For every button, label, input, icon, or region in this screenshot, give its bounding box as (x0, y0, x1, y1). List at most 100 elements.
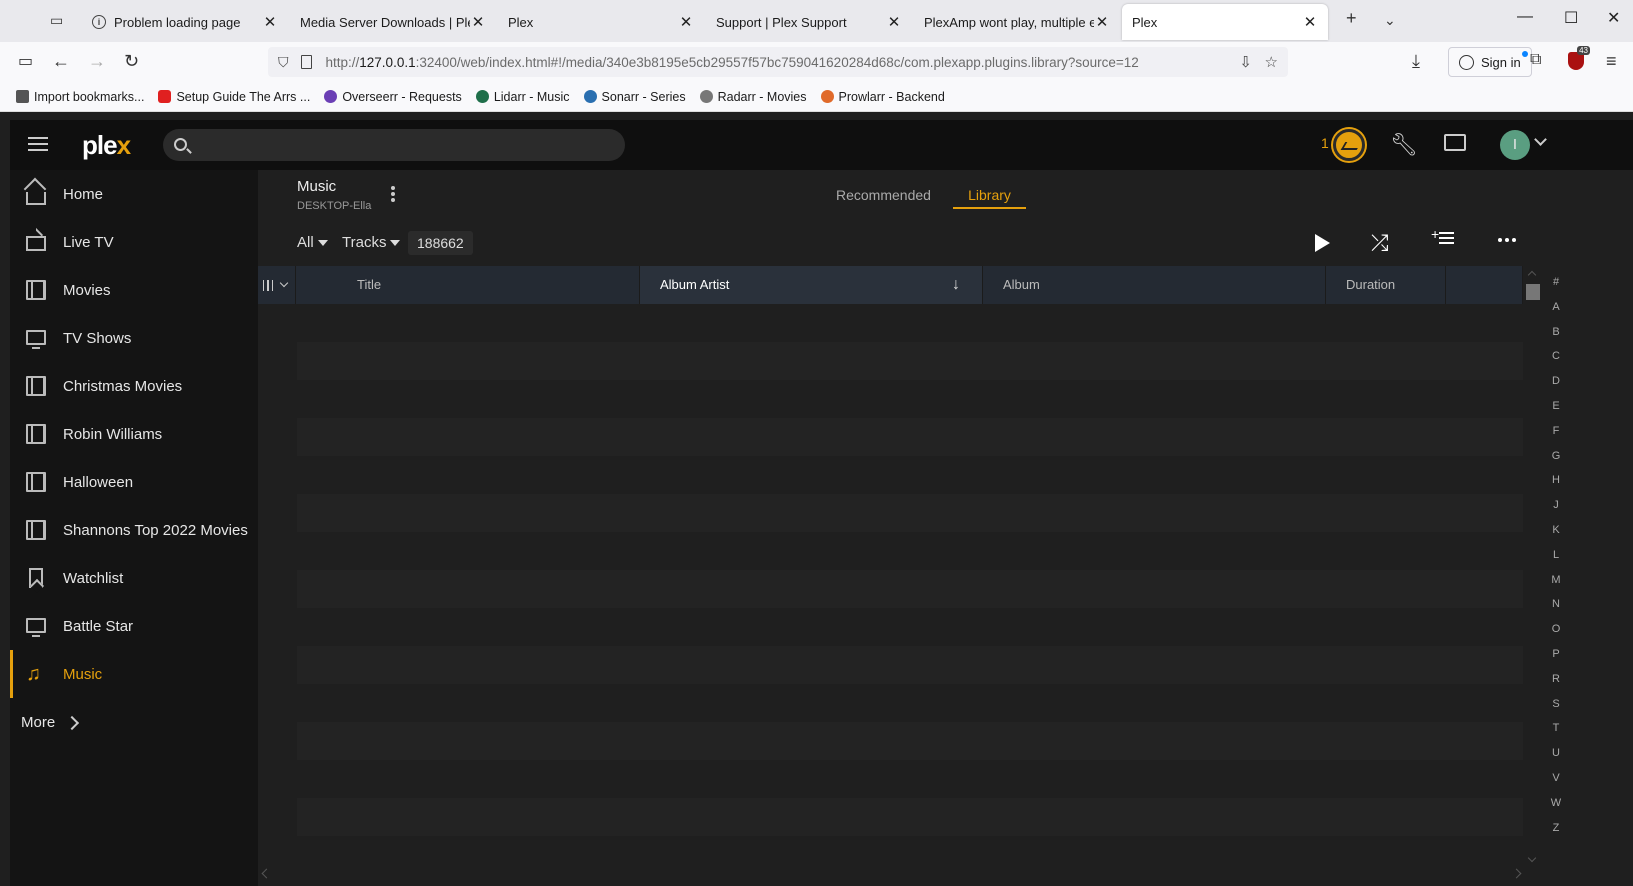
jump-letter[interactable]: L (1546, 549, 1566, 574)
jump-letter[interactable]: E (1546, 400, 1566, 425)
chevron-down-icon[interactable] (1534, 133, 1547, 146)
sign-in-button[interactable]: Sign in (1448, 47, 1532, 77)
reload-icon[interactable]: ↻ (124, 51, 139, 72)
browser-tab[interactable]: i Problem loading page ✕ (82, 4, 288, 40)
hamburger-menu-icon[interactable] (28, 137, 48, 151)
sidebar-item-robin-williams[interactable]: Robin Williams (10, 410, 258, 458)
back-arrow-icon[interactable]: ← (52, 51, 70, 72)
jump-letter[interactable]: K (1546, 524, 1566, 549)
jump-letter[interactable]: U (1546, 747, 1566, 772)
tab-library[interactable]: Library (953, 187, 1026, 209)
scrollbar-thumb[interactable] (1526, 284, 1540, 300)
tab-recommended[interactable]: Recommended (836, 187, 931, 203)
vertical-scrollbar[interactable] (1524, 266, 1540, 866)
shuffle-icon[interactable]: ⤮ (1371, 230, 1389, 256)
url-bar[interactable]: ⛉ http://127.0.0.1:32400/web/index.html#… (268, 47, 1288, 77)
jump-letter[interactable]: T (1546, 722, 1566, 747)
sidebar-more-button[interactable]: More (10, 698, 258, 746)
column-header-duration[interactable]: Duration (1326, 266, 1446, 304)
browser-tab[interactable]: Plex ✕ (498, 4, 704, 131)
ublock-extension-icon[interactable]: 43 (1568, 46, 1590, 70)
bookmark-item[interactable]: Lidarr - Music (475, 90, 570, 104)
sidebar-item-watchlist[interactable]: Watchlist (10, 554, 258, 602)
browser-tab-active[interactable]: Plex ✕ (1122, 4, 1328, 131)
jump-letter[interactable]: C (1546, 350, 1566, 375)
close-tab-icon[interactable]: ✕ (262, 13, 278, 31)
jump-letter[interactable]: W (1546, 797, 1566, 822)
column-header-album[interactable]: Album (983, 266, 1326, 304)
tab-manager-icon[interactable]: ▭ (50, 12, 68, 30)
sidebar-item-halloween[interactable]: Halloween (10, 458, 258, 506)
jump-letter[interactable]: D (1546, 375, 1566, 400)
browser-tab[interactable]: Media Server Downloads | Ple ✕ (290, 4, 496, 131)
extensions-icon[interactable]: ⧉ (1530, 51, 1541, 69)
column-header-album-artist[interactable]: Album Artist ↓ (640, 266, 983, 304)
close-tab-icon[interactable]: ✕ (1302, 13, 1318, 31)
add-to-queue-icon[interactable] (1431, 226, 1454, 248)
play-icon[interactable] (1315, 234, 1330, 252)
close-tab-icon[interactable]: ✕ (678, 13, 694, 31)
jump-letter[interactable]: N (1546, 598, 1566, 623)
bookmark-item[interactable]: Overseerr - Requests (324, 90, 462, 104)
jump-letter[interactable]: A (1546, 301, 1566, 326)
settings-wrench-icon[interactable]: 🔧︎ (1390, 132, 1418, 158)
sidebar-item-christmas-movies[interactable]: Christmas Movies (10, 362, 258, 410)
sidebar-item-live-tv[interactable]: Live TV (10, 218, 258, 266)
jump-letter[interactable]: J (1546, 499, 1566, 524)
jump-letter[interactable]: Z (1546, 822, 1566, 847)
bookmark-item[interactable]: Setup Guide The Arrs ... (158, 90, 310, 104)
filter-all-dropdown[interactable]: All (297, 234, 328, 251)
sidebar-item-music[interactable]: ♫ Music (10, 650, 258, 698)
close-tab-icon[interactable]: ✕ (1094, 13, 1110, 31)
column-header-title[interactable]: Title (297, 266, 640, 304)
bookmark-item[interactable]: Prowlarr - Backend (820, 90, 945, 104)
column-picker-button[interactable] (258, 266, 296, 304)
close-tab-icon[interactable]: ✕ (886, 13, 902, 31)
bookmark-item[interactable]: Import bookmarks... (16, 90, 144, 104)
bookmark-item[interactable]: Sonarr - Series (583, 90, 686, 104)
more-options-icon[interactable] (1498, 238, 1516, 242)
maximize-icon[interactable]: ☐ (1564, 8, 1578, 28)
shield-icon[interactable]: ⛉ (278, 54, 289, 71)
activity-icon[interactable] (1333, 129, 1365, 161)
browser-tab[interactable]: Support | Plex Support ✕ (706, 4, 912, 131)
jump-letter[interactable]: H (1546, 474, 1566, 499)
jump-letter[interactable]: P (1546, 648, 1566, 673)
downloads-icon[interactable]: ⤓ (1412, 51, 1420, 72)
plex-logo[interactable]: plex (82, 130, 131, 161)
cast-icon[interactable] (1444, 134, 1466, 151)
save-page-icon[interactable]: ⇩ (1239, 53, 1252, 71)
minimize-icon[interactable]: — (1517, 8, 1533, 26)
search-input[interactable] (163, 129, 625, 161)
scroll-left-icon[interactable] (261, 868, 272, 879)
browser-tab[interactable]: PlexAmp wont play, multiple e ✕ (914, 4, 1120, 131)
jump-letter[interactable]: V (1546, 772, 1566, 797)
sidebar-toggle-icon[interactable]: ▭ (18, 51, 33, 71)
sidebar-item-movies[interactable]: Movies (10, 266, 258, 314)
sidebar-item-battle-star[interactable]: Battle Star (10, 602, 258, 650)
jump-letter[interactable]: M (1546, 574, 1566, 599)
app-menu-icon[interactable]: ≡ (1606, 51, 1617, 72)
jump-letter[interactable]: S (1546, 698, 1566, 723)
list-tabs-chevron-icon[interactable]: ⌄ (1384, 12, 1396, 29)
jump-letter[interactable]: G (1546, 450, 1566, 475)
close-window-icon[interactable]: ✕ (1607, 8, 1620, 28)
sidebar-item-home[interactable]: Home (10, 170, 258, 218)
sidebar-item-tv-shows[interactable]: TV Shows (10, 314, 258, 362)
close-tab-icon[interactable]: ✕ (470, 13, 486, 31)
library-options-icon[interactable] (391, 186, 395, 202)
forward-arrow-icon[interactable]: → (88, 51, 106, 72)
bookmark-star-icon[interactable]: ☆ (1265, 53, 1278, 71)
jump-letter[interactable]: R (1546, 673, 1566, 698)
user-avatar[interactable]: I (1500, 130, 1530, 160)
new-tab-icon[interactable]: + (1346, 8, 1357, 29)
type-dropdown[interactable]: Tracks (342, 234, 401, 251)
url-text[interactable]: http://127.0.0.1:32400/web/index.html#!/… (326, 55, 1139, 70)
sidebar-item-shannons-top-2022[interactable]: Shannons Top 2022 Movies (10, 506, 258, 554)
scroll-up-icon[interactable] (1527, 270, 1537, 280)
jump-letter[interactable]: F (1546, 425, 1566, 450)
jump-letter[interactable]: B (1546, 326, 1566, 351)
jump-letter[interactable]: O (1546, 623, 1566, 648)
bookmark-item[interactable]: Radarr - Movies (699, 90, 807, 104)
scroll-down-icon[interactable] (1527, 853, 1537, 863)
